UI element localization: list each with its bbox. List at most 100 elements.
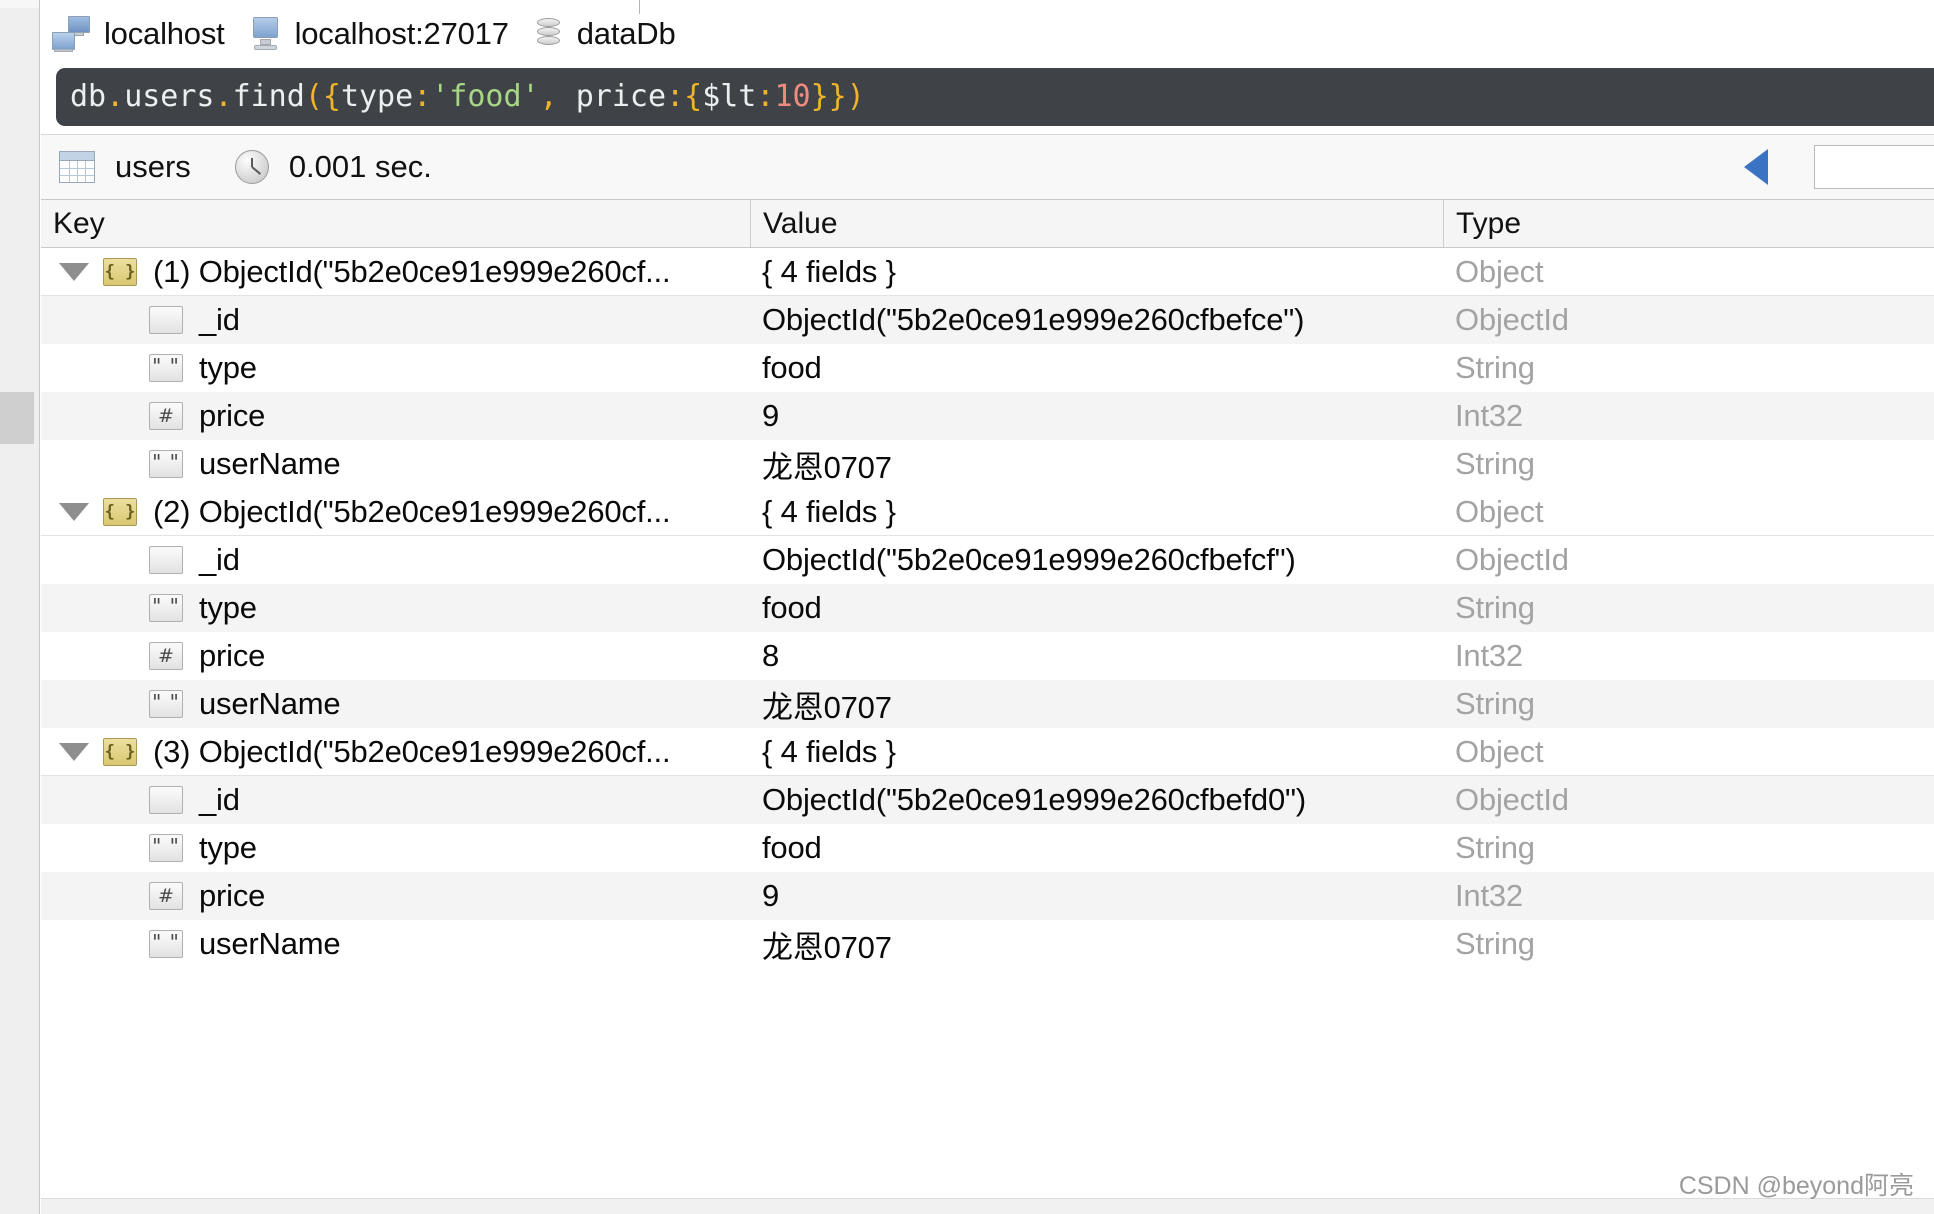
result-status-bar: users 0.001 sec. bbox=[41, 134, 1934, 200]
object-icon: { } bbox=[103, 738, 137, 766]
query-editor-area: db.users.find({type:'food', price:{$lt:1… bbox=[41, 66, 1934, 134]
column-header-value[interactable]: Value bbox=[750, 200, 1443, 247]
object-icon: { } bbox=[103, 498, 137, 526]
table-row[interactable]: " "typefoodString bbox=[41, 344, 1934, 392]
column-header-type[interactable]: Type bbox=[1443, 200, 1934, 247]
key-label: (3) ObjectId("5b2e0ce91e999e260cf... bbox=[153, 734, 670, 770]
query-token: db bbox=[70, 79, 106, 114]
query-token: . bbox=[215, 79, 233, 114]
query-token: find bbox=[233, 79, 305, 114]
cell-type: String bbox=[1443, 440, 1934, 488]
status-left-group: users 0.001 sec. bbox=[59, 135, 432, 199]
cell-key: " "type bbox=[41, 824, 750, 872]
table-row[interactable]: #price9Int32 bbox=[41, 392, 1934, 440]
cell-key: " "type bbox=[41, 344, 750, 392]
query-token: type bbox=[341, 79, 413, 114]
value-label: ObjectId("5b2e0ce91e999e260cfbefd0") bbox=[762, 782, 1306, 818]
table-row[interactable]: #price8Int32 bbox=[41, 632, 1934, 680]
table-row[interactable]: " "type food String bbox=[41, 824, 1934, 872]
table-row[interactable]: { }(2) ObjectId("5b2e0ce91e999e260cf...{… bbox=[41, 488, 1934, 536]
value-label: 9 bbox=[762, 878, 779, 914]
key-label: _id bbox=[199, 782, 240, 818]
type-label: String bbox=[1455, 686, 1535, 722]
query-input[interactable]: db.users.find({type:'food', price:{$lt:1… bbox=[56, 68, 1934, 126]
cell-value: food bbox=[750, 344, 1443, 392]
query-token: { bbox=[323, 79, 341, 114]
key-label: type bbox=[199, 830, 257, 866]
cell-key: " "type bbox=[41, 584, 750, 632]
value-label: 9 bbox=[762, 398, 779, 434]
cell-type: String bbox=[1443, 344, 1934, 392]
table-row[interactable]: _id ObjectId("5b2e0ce91e999e260cfbefce") O… bbox=[41, 296, 1934, 344]
string-field-icon: " " bbox=[149, 930, 183, 958]
value-label: food bbox=[762, 830, 822, 866]
cell-value: 9 bbox=[750, 872, 1443, 920]
cell-key: _id bbox=[41, 536, 750, 584]
string-field-icon: " " bbox=[149, 354, 183, 382]
result-collection-name: users bbox=[115, 149, 191, 185]
table-row[interactable]: " "userName龙恩0707String bbox=[41, 440, 1934, 488]
page-input[interactable] bbox=[1814, 145, 1934, 189]
type-label: Object bbox=[1455, 734, 1543, 770]
cell-type: ObjectId bbox=[1443, 776, 1934, 824]
breadcrumb-item-server[interactable]: localhost bbox=[52, 10, 225, 58]
cell-value: { 4 fields } bbox=[750, 728, 1443, 776]
table-row[interactable]: _id ObjectId("5b2e0ce91e999e260cfbefd0") O… bbox=[41, 776, 1934, 824]
query-token: { bbox=[684, 79, 702, 114]
type-label: String bbox=[1455, 926, 1535, 962]
value-label: 8 bbox=[762, 638, 779, 674]
object-icon: { } bbox=[103, 258, 137, 286]
query-token: ( bbox=[305, 79, 323, 114]
query-token: . bbox=[106, 79, 124, 114]
cell-type: String bbox=[1443, 584, 1934, 632]
key-label: userName bbox=[199, 446, 340, 482]
prev-page-arrow-icon[interactable] bbox=[1744, 149, 1768, 185]
table-row[interactable]: { }(1) ObjectId("5b2e0ce91e999e260cf...{… bbox=[41, 248, 1934, 296]
breadcrumb-item-database[interactable]: dataDb bbox=[535, 10, 676, 58]
table-row[interactable]: " "typefoodString bbox=[41, 584, 1934, 632]
breadcrumb-label-server: localhost bbox=[104, 16, 225, 52]
cell-value: 9 bbox=[750, 392, 1443, 440]
value-label: { 4 fields } bbox=[762, 254, 896, 290]
cell-value: { 4 fields } bbox=[750, 488, 1443, 536]
cell-key: " "userName bbox=[41, 440, 750, 488]
column-header-key[interactable]: Key bbox=[41, 200, 750, 247]
value-label: ObjectId("5b2e0ce91e999e260cfbefce") bbox=[762, 302, 1304, 338]
table-row[interactable]: " "userName龙恩0707String bbox=[41, 920, 1934, 968]
value-label: ObjectId("5b2e0ce91e999e260cfbefcf") bbox=[762, 542, 1296, 578]
vertical-scrollbar-thumb[interactable] bbox=[0, 392, 34, 444]
expand-triangle-icon[interactable] bbox=[59, 503, 89, 521]
plain-field-icon bbox=[149, 546, 183, 574]
expand-triangle-icon[interactable] bbox=[59, 743, 89, 761]
number-field-icon: # bbox=[149, 402, 183, 430]
expand-triangle-icon[interactable] bbox=[59, 263, 89, 281]
value-label: 龙恩0707 bbox=[762, 682, 892, 727]
cell-type: String bbox=[1443, 824, 1934, 872]
key-label: _id bbox=[199, 542, 240, 578]
mongodb-client-window: localhost localhost:27017 dataDb db. user… bbox=[0, 0, 1934, 1214]
cell-value: 龙恩0707 bbox=[750, 680, 1443, 728]
connection-breadcrumb-bar: localhost localhost:27017 dataDb bbox=[41, 0, 1934, 66]
table-row[interactable]: #price9Int32 bbox=[41, 872, 1934, 920]
key-label: _id bbox=[199, 302, 240, 338]
cell-key: _id bbox=[41, 776, 750, 824]
query-token: } bbox=[829, 79, 847, 114]
cell-type: Int32 bbox=[1443, 392, 1934, 440]
type-label: Object bbox=[1455, 494, 1543, 530]
plain-field-icon bbox=[149, 306, 183, 334]
query-text: db.users.find({type:'food', price:{$lt:1… bbox=[56, 68, 865, 126]
breadcrumb-label-database: dataDb bbox=[577, 16, 676, 52]
type-label: String bbox=[1455, 446, 1535, 482]
table-row[interactable]: " "userName龙恩0707String bbox=[41, 680, 1934, 728]
table-row[interactable]: _idObjectId("5b2e0ce91e999e260cfbefcf")O… bbox=[41, 536, 1934, 584]
cell-type: String bbox=[1443, 920, 1934, 968]
type-label: String bbox=[1455, 590, 1535, 626]
query-token: : bbox=[756, 79, 774, 114]
number-field-icon: # bbox=[149, 642, 183, 670]
table-row[interactable]: { } (3) ObjectId("5b2e0ce91e999e260cf... {… bbox=[41, 728, 1934, 776]
query-token: price bbox=[558, 79, 666, 114]
cell-type: ObjectId bbox=[1443, 296, 1934, 344]
value-label: { 4 fields } bbox=[762, 494, 896, 530]
left-scroll-gutter[interactable] bbox=[0, 0, 40, 1214]
breadcrumb-item-host[interactable]: localhost:27017 bbox=[251, 10, 509, 58]
